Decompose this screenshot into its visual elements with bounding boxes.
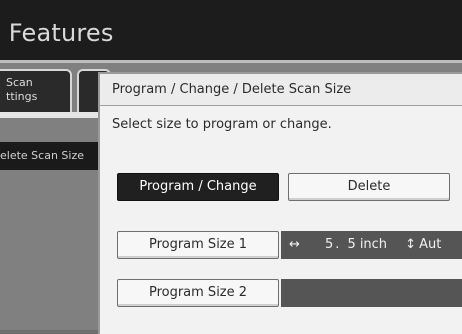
tab-scan-settings-label: Scan ttings xyxy=(6,76,38,103)
width-value: 5. 5 xyxy=(325,237,358,252)
scan-size-dialog: Program / Change / Delete Scan Size Sele… xyxy=(98,72,462,334)
program-size-2-button[interactable]: Program Size 2 xyxy=(117,279,279,307)
program-change-button[interactable]: Program / Change xyxy=(117,173,279,201)
tab-scan-settings[interactable]: Scan ttings xyxy=(0,69,72,115)
horizontal-arrow-icon: ↔ xyxy=(289,237,300,252)
title-bar: e Features xyxy=(0,0,462,60)
instruction-text: Select size to program or change. xyxy=(112,117,332,132)
program-size-2-value xyxy=(281,279,462,307)
dialog-title: Program / Change / Delete Scan Size xyxy=(112,82,352,97)
dialog-header: Program / Change / Delete Scan Size xyxy=(100,74,462,106)
tab-strip xyxy=(0,112,104,118)
delete-button[interactable]: Delete xyxy=(288,173,450,201)
height-value: Aut xyxy=(419,237,442,252)
program-size-1-button[interactable]: Program Size 1 xyxy=(117,231,279,259)
program-size-1-details: ↔ 5. 5 inch ↕ Aut xyxy=(289,231,441,259)
width-unit: inch xyxy=(359,237,388,252)
program-size-1-value: ↔ 5. 5 inch ↕ Aut xyxy=(281,231,462,259)
page-title: e Features xyxy=(0,19,114,47)
vertical-arrow-icon: ↕ xyxy=(405,237,416,252)
delete-scan-size-item[interactable]: elete Scan Size xyxy=(0,142,104,170)
